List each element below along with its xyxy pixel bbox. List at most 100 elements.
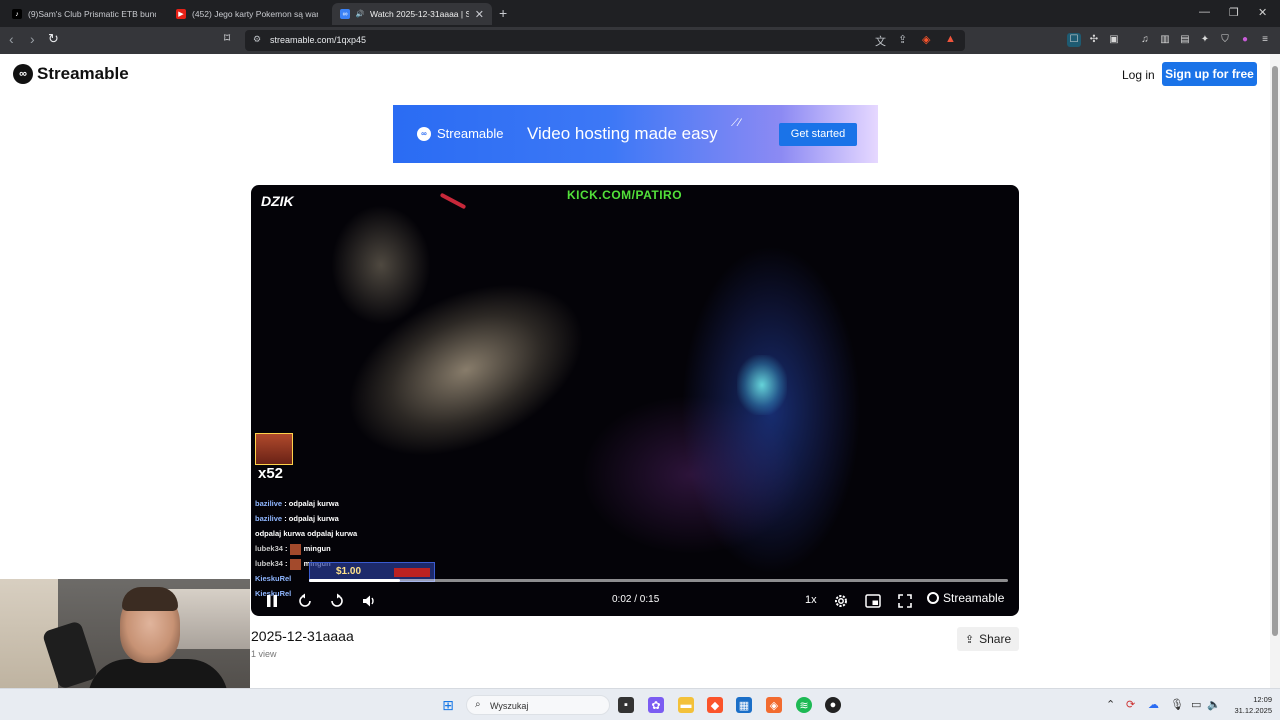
taskbar-search[interactable]: ⌕ Wyszukaj [466,695,610,715]
picture-in-picture-icon[interactable] [865,594,881,608]
vpn-icon[interactable]: ⛉ [1218,33,1232,47]
progress-fill [309,579,400,582]
menu-icon[interactable]: ≡ [1258,33,1272,47]
leo-icon[interactable]: ✦ [1198,33,1212,47]
translate-icon[interactable]: 文 [875,33,886,49]
monitor-icon[interactable]: ▭ [1191,698,1201,711]
settings-gear-icon[interactable] [833,593,849,609]
volume-icon[interactable] [361,593,377,609]
close-tab-icon[interactable]: ✕ [469,8,484,21]
tab-youtube[interactable]: ▶ (452) Jego karty Pokemon są warte 1 [168,3,326,25]
streamable-logo-icon: ∞ [13,64,33,84]
cloud-icon[interactable]: ☁ [1148,698,1159,711]
video-player[interactable]: DZIK KICK.COM/PATIRO x52 bazilive : odpa… [251,185,1019,616]
brave-icon[interactable]: ◆ [707,697,723,713]
chat-message: mingun [303,544,331,553]
stream-overlay-url: KICK.COM/PATIRO [567,188,683,202]
share-button[interactable]: ⇪ Share [957,627,1019,651]
webcam-person [122,587,178,611]
site-info-icon[interactable]: ⚙ [253,34,261,45]
search-placeholder: Wyszukaj [490,701,529,711]
tab-label: (452) Jego karty Pokemon są warte 1 [192,9,318,19]
clock-date: 31.12.2025 [1234,706,1272,715]
chat-user: bazilive [255,514,283,523]
wallet-icon[interactable]: ▤ [1178,33,1192,47]
back-icon[interactable]: ‹ [9,31,14,47]
puzzle-icon[interactable]: ✣ [1087,33,1101,47]
chat-line: odpalaj kurwa odpalaj kurwa [255,526,465,541]
donation-tag [394,568,430,577]
store-icon[interactable]: ▦ [736,697,752,713]
playback-speed-button[interactable]: 1x [805,594,817,606]
view-count: 1 view [251,649,277,659]
reload-icon[interactable]: ↻ [48,31,59,47]
sidebar-icon[interactable]: ▥ [1158,33,1172,47]
profile-icon[interactable]: ● [1238,33,1252,47]
brave-nightly-icon[interactable]: ◈ [766,697,782,713]
stream-overlay-logo: DZIK [261,193,294,209]
chat-user: bazilive [255,499,283,508]
chat-line: KieskuRel [255,586,465,601]
music-icon[interactable]: ♫ [1138,33,1152,47]
system-clock[interactable]: 12:09 31.12.2025 [1222,694,1272,716]
fullscreen-icon[interactable] [898,594,912,608]
ad-banner[interactable]: ∞ Streamable Video hosting made easy ⟋⁄ … [393,105,878,163]
sync-icon[interactable]: ⟳ [1126,698,1135,711]
speaker-icon: 🔊 [355,11,365,18]
chat-line: bazilive : odpalaj kurwa [255,499,339,508]
tab-tiktok[interactable]: ♪ (9)Sam's Club Prismatic ETB bundle! 8 [4,3,164,25]
address-bar[interactable]: ⚙ streamable.com/1qxp45 文 ⇪ ◈ ▲ [245,30,965,51]
chat-user: lubek34 [255,544,283,553]
video-shape [737,355,787,415]
scrollbar-thumb[interactable] [1272,66,1278,636]
close-window-icon[interactable]: ✕ [1258,6,1267,19]
share-icon: ⇪ [964,633,975,646]
chat-line: bazilive : odpalaj kurwa [255,514,339,523]
player-brand[interactable]: Streamable [927,591,1004,605]
site-logo[interactable]: ∞ Streamable [13,64,129,84]
bookmark-icon[interactable]: ⌑ [224,31,230,45]
app-icon[interactable]: ● [825,697,841,713]
brave-shields-icon[interactable]: ◈ [922,33,930,46]
task-view-icon[interactable]: ▪ [618,697,634,713]
file-explorer-icon[interactable]: ▬ [678,697,694,713]
taskbar: ⊞ ⌕ Wyszukaj ▪ ✿ ▬ ◆ ▦ ◈ ≋ ● ⌃ ⟳ ☁ 🎙 ▭ 🔈… [0,688,1280,720]
progress-bar[interactable] [309,579,1008,582]
chat-message: odpalaj kurwa [288,499,339,508]
chat-message: odpalaj kurwa [288,514,339,523]
emote-icon [289,543,301,555]
streamable-logo-icon: ∞ [417,126,431,141]
get-started-button[interactable]: Get started [779,123,857,146]
restore-icon[interactable]: ❐ [1229,6,1239,19]
tab-label: Watch 2025-12-31aaaa | Stre [370,9,469,19]
extension-icon[interactable]: ☐ [1067,33,1081,47]
copilot-icon[interactable]: ✿ [648,697,664,713]
stream-chat: bazilive : odpalaj kurwa bazilive : odpa… [255,496,465,601]
forward-icon[interactable]: › [30,31,35,47]
microphone-icon[interactable]: 🎙 [1170,698,1184,711]
login-link[interactable]: Log in [1122,68,1155,82]
player-brand-label: Streamable [943,591,1005,605]
new-tab-button[interactable]: + [499,5,507,21]
start-icon[interactable]: ⊞ [440,697,456,713]
url-text[interactable]: streamable.com/1qxp45 [270,35,366,45]
rewind-10-icon[interactable] [297,593,313,609]
tab-streamable[interactable]: ∞ 🔊 Watch 2025-12-31aaaa | Stre ✕ [332,3,492,25]
forward-10-icon[interactable] [329,593,345,609]
chat-user: lubek34 [255,559,283,568]
share-page-icon[interactable]: ⇪ [898,33,907,46]
chat-line: lubek34 : mingun [255,543,331,555]
signup-button[interactable]: Sign up for free [1162,62,1257,86]
media-icon[interactable]: ▣ [1107,33,1121,47]
video-shape [331,205,431,325]
pause-icon[interactable] [265,594,279,608]
youtube-icon: ▶ [176,9,186,19]
spotify-icon[interactable]: ≋ [796,697,812,713]
donation-amount: $1.00 [336,566,362,577]
show-hidden-icons[interactable]: ⌃ [1106,698,1115,711]
minimize-icon[interactable]: — [1199,6,1210,18]
page-scrollbar[interactable] [1270,54,1280,688]
brave-rewards-icon[interactable]: ▲ [945,33,956,45]
volume-tray-icon[interactable]: 🔈 [1207,698,1221,711]
streamable-logo-icon [927,592,939,604]
